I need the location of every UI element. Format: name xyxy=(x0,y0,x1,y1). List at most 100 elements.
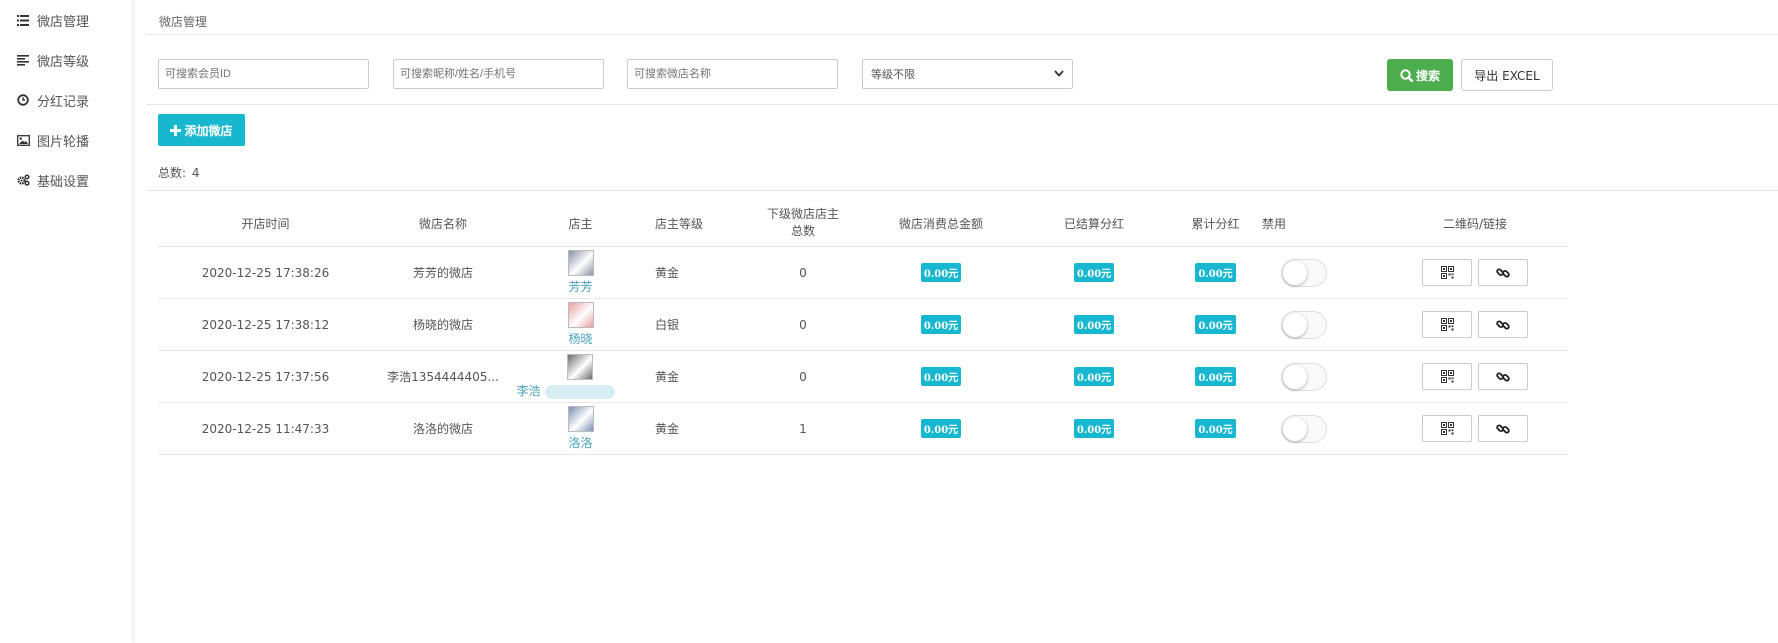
total-spend-cell: 0.00元 xyxy=(873,247,1009,298)
total-spend-cell: 0.00元 xyxy=(873,403,1009,454)
link-icon xyxy=(1496,266,1510,280)
owner-cell: 杨晓 xyxy=(513,299,648,350)
owner-level: 黄金 xyxy=(655,370,680,384)
shop-name-input[interactable] xyxy=(627,59,838,89)
cumulative-bonus-badge: 0.00元 xyxy=(1195,367,1236,386)
settled-bonus-cell: 0.00元 xyxy=(1009,351,1179,402)
qr-code-button[interactable] xyxy=(1422,415,1472,442)
total-spend-cell: 0.00元 xyxy=(873,299,1009,350)
export-excel-button[interactable]: 导出 EXCEL xyxy=(1461,59,1553,91)
owner-name-link[interactable]: 洛洛 xyxy=(568,434,592,451)
avatar[interactable] xyxy=(567,250,594,276)
sidebar-item-bonus-records[interactable]: 分红记录 xyxy=(0,80,132,120)
disabled-cell xyxy=(1252,299,1382,350)
actions-cell xyxy=(1382,299,1568,350)
search-button[interactable]: 搜索 xyxy=(1387,59,1453,91)
level-select[interactable]: 等级不限 xyxy=(862,59,1073,89)
sidebar-item-label: 微店管理 xyxy=(37,14,90,30)
total-value: 4 xyxy=(191,166,200,180)
toggle-knob xyxy=(1283,364,1307,389)
settled-bonus-badge: 0.00元 xyxy=(1073,419,1115,438)
disable-toggle[interactable] xyxy=(1281,362,1327,391)
shop-name: 洛洛的微店 xyxy=(412,422,473,436)
qrcode-icon xyxy=(1440,370,1454,383)
owner-cell: 洛洛 xyxy=(513,403,648,454)
link-button[interactable] xyxy=(1478,311,1528,338)
clock-icon xyxy=(16,93,30,107)
sidebar-item-basic-settings[interactable]: 基础设置 xyxy=(0,160,132,200)
table-body: 2020-12-25 17:38:26 芳芳的微店 芳芳 黄金 0 0.00元 … xyxy=(158,247,1568,455)
gears-icon xyxy=(16,173,30,187)
avatar[interactable] xyxy=(567,302,594,328)
sidebar-item-shop-level[interactable]: 微店等级 xyxy=(0,40,132,80)
sidebar-item-image-carousel[interactable]: 图片轮播 xyxy=(0,120,132,160)
avatar[interactable] xyxy=(567,354,594,380)
total-spend-cell: 0.00元 xyxy=(873,351,1009,402)
owner-name-link[interactable]: 芳芳 xyxy=(568,278,592,295)
shop-name: 杨晓的微店 xyxy=(412,318,473,332)
qr-code-button[interactable] xyxy=(1422,363,1472,390)
header-sub-owner-count-line1: 下级微店店主 xyxy=(766,207,839,221)
header-sub-owner-count: 下级微店店主 总数 xyxy=(733,200,873,246)
level-select-value: 等级不限 xyxy=(871,69,915,81)
table-row: 2020-12-25 17:37:56 李浩1354444405... 李浩 黄… xyxy=(158,351,1568,403)
qr-code-button[interactable] xyxy=(1422,259,1472,286)
divider xyxy=(146,34,1778,35)
align-left-icon xyxy=(16,53,30,67)
add-shop-label: 添加微店 xyxy=(184,123,233,138)
qr-code-button[interactable] xyxy=(1422,311,1472,338)
header-total-spend: 微店消费总金额 xyxy=(898,216,983,231)
total-spend-badge: 0.00元 xyxy=(920,367,962,386)
shop-name: 李浩1354444405... xyxy=(387,370,499,384)
total-label: 总数: xyxy=(158,166,187,180)
avatar[interactable] xyxy=(567,406,594,432)
header-open-time: 开店时间 xyxy=(241,216,290,231)
toggle-knob xyxy=(1283,260,1307,285)
sidebar-item-label: 分红记录 xyxy=(37,94,90,110)
name-phone-input[interactable] xyxy=(393,59,604,89)
sub-owner-count: 1 xyxy=(799,421,807,436)
breadcrumb: 微店管理 xyxy=(159,15,208,29)
total-spend-badge: 0.00元 xyxy=(920,315,962,334)
disabled-cell xyxy=(1252,247,1382,298)
table-header: 开店时间 微店名称 店主 店主等级 下级微店店主 总数 微店消费总金额 已结算分红… xyxy=(158,200,1568,247)
add-shop-button[interactable]: 添加微店 xyxy=(158,114,245,146)
header-shop-name: 微店名称 xyxy=(418,216,467,231)
settled-bonus-badge: 0.00元 xyxy=(1073,367,1115,386)
search-icon xyxy=(1400,68,1413,82)
link-icon xyxy=(1496,318,1510,332)
member-id-input[interactable] xyxy=(158,59,369,89)
link-button[interactable] xyxy=(1478,363,1528,390)
owner-level: 白银 xyxy=(655,318,680,332)
link-button[interactable] xyxy=(1478,415,1528,442)
actions-cell xyxy=(1382,403,1568,454)
disabled-cell xyxy=(1252,351,1382,402)
owner-level: 黄金 xyxy=(655,422,680,436)
owner-name-link[interactable]: 杨晓 xyxy=(568,330,592,347)
header-sub-owner-count-line2: 总数 xyxy=(790,224,815,238)
qrcode-icon xyxy=(1440,266,1454,279)
link-button[interactable] xyxy=(1478,259,1528,286)
divider xyxy=(146,104,1778,105)
sidebar-item-label: 基础设置 xyxy=(37,174,90,190)
owner-level: 黄金 xyxy=(655,266,680,280)
toggle-knob xyxy=(1283,416,1307,441)
disable-toggle[interactable] xyxy=(1281,414,1327,443)
cumulative-bonus-badge: 0.00元 xyxy=(1195,419,1236,438)
cumulative-bonus-cell: 0.00元 xyxy=(1179,351,1252,402)
link-icon xyxy=(1496,422,1510,436)
settled-bonus-badge: 0.00元 xyxy=(1073,263,1115,282)
table-row: 2020-12-25 17:38:26 芳芳的微店 芳芳 黄金 0 0.00元 … xyxy=(158,247,1568,299)
sidebar: 微店管理 微店等级 分红记录 图片轮播 基础设置 xyxy=(0,0,132,643)
owner-name-link[interactable]: 李浩 xyxy=(516,382,615,399)
cumulative-bonus-badge: 0.00元 xyxy=(1195,315,1236,334)
disable-toggle[interactable] xyxy=(1281,258,1327,287)
sidebar-item-shop-management[interactable]: 微店管理 xyxy=(0,0,132,40)
image-icon xyxy=(16,133,30,147)
list-icon xyxy=(16,13,30,27)
table-row: 2020-12-25 17:38:12 杨晓的微店 杨晓 白银 0 0.00元 … xyxy=(158,299,1568,351)
settled-bonus-cell: 0.00元 xyxy=(1009,299,1179,350)
sidebar-item-label: 微店等级 xyxy=(37,54,90,70)
disable-toggle[interactable] xyxy=(1281,310,1327,339)
cumulative-bonus-badge: 0.00元 xyxy=(1195,263,1236,282)
